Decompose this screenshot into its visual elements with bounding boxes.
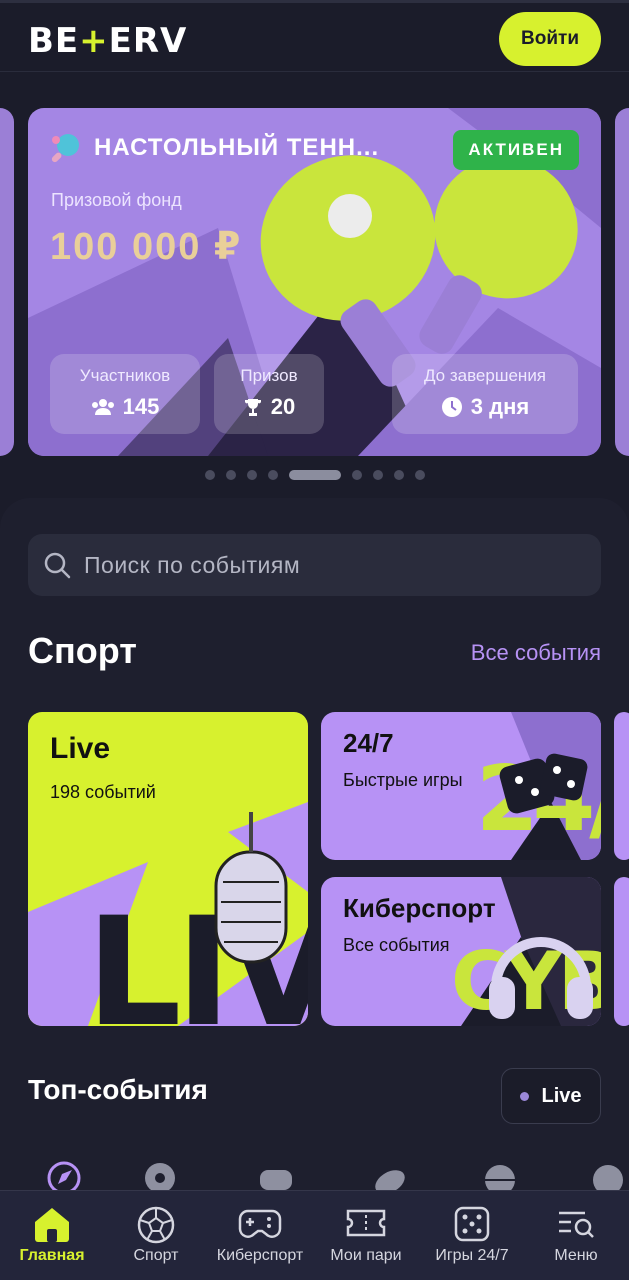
table-tennis-icon	[51, 134, 79, 163]
esports-subtitle: Все события	[343, 935, 450, 955]
prizes-label: Призов	[240, 366, 298, 385]
carousel-dot[interactable]	[246, 470, 257, 480]
nav-label-menu: Меню	[554, 1247, 598, 1264]
prize-fund-value: 100 000 ₽	[50, 226, 243, 268]
promo-card-next-peek[interactable]	[615, 108, 629, 456]
nav-label-home: Главная	[19, 1247, 85, 1264]
live-chip-label: Live	[541, 1084, 582, 1107]
users-icon	[91, 399, 114, 415]
nav-label-esports: Киберспорт	[216, 1247, 304, 1264]
carousel-dot[interactable]	[267, 470, 278, 480]
promo-title-row: НАСТОЛЬНЫЙ ТЕНН...	[50, 132, 379, 164]
time-left-stat: До завершения 3 дня	[392, 354, 578, 434]
live-tile-count: 198 событий	[50, 782, 156, 802]
login-button[interactable]: Войти	[499, 12, 601, 66]
promo-title: НАСТОЛЬНЫЙ ТЕНН...	[94, 134, 380, 161]
prizes-value: 20	[270, 394, 296, 419]
next-tile-peek[interactable]	[614, 712, 629, 860]
search-icon	[44, 552, 71, 579]
home-icon	[35, 1208, 69, 1242]
quick-games-title: 24/7	[343, 728, 394, 758]
nav-item-esports[interactable]: Киберспорт	[208, 1191, 312, 1280]
participants-stat: Участников 145	[50, 354, 200, 434]
quick-games-subtitle: Быстрые игры	[343, 770, 463, 790]
carousel-dot[interactable]	[372, 470, 383, 480]
status-badge: АКТИВЕН	[453, 130, 579, 170]
participants-value: 145	[122, 394, 160, 419]
dice-icon	[454, 1206, 490, 1242]
menu-search-icon	[559, 1211, 594, 1238]
next-tile-peek-2[interactable]	[614, 877, 629, 1026]
carousel-dot[interactable]	[393, 470, 404, 480]
carousel-dots[interactable]	[0, 470, 629, 480]
prizes-stat: Призов 20	[214, 354, 324, 434]
clock-icon	[441, 397, 462, 417]
top-events-title: Топ-события	[28, 1074, 208, 1105]
nav-label-games: Игры 24/7	[435, 1247, 509, 1264]
main-panel: Поиск по событиям Спорт Все события LIVE…	[0, 498, 629, 1280]
ticket-icon	[346, 1209, 386, 1237]
live-tile-title: Live	[50, 732, 111, 765]
promo-card-prev-peek[interactable]	[0, 108, 14, 456]
live-dot	[520, 1091, 530, 1101]
time-left-value: 3 дня	[470, 394, 530, 419]
gamepad-icon	[238, 1209, 282, 1238]
carousel-dot[interactable]	[351, 470, 362, 480]
soccer-ball-icon	[137, 1206, 175, 1244]
nav-item-games[interactable]: Игры 24/7	[420, 1191, 524, 1280]
top-header: BE+ERV Войти	[0, 0, 629, 72]
tournament-promo-card[interactable]: НАСТОЛЬНЫЙ ТЕНН... АКТИВЕН Призовой фонд…	[28, 108, 601, 456]
bottom-nav: Главная Спорт Киберспорт Мои пари Игры 2…	[0, 1190, 629, 1280]
carousel-dot[interactable]	[225, 470, 236, 480]
logo-text-right: ERV	[108, 21, 188, 61]
quick-games-tile[interactable]: 24/7 24/7 Быстрые игры	[321, 712, 601, 860]
nav-label-sport: Спорт	[133, 1247, 179, 1264]
nav-item-home[interactable]: Главная	[0, 1191, 104, 1280]
logo-plus: +	[79, 21, 109, 61]
esports-tile[interactable]: CYBEI Киберспорт Все события	[321, 877, 601, 1026]
nav-label-my-bets: Мои пари	[330, 1247, 402, 1264]
trophy-icon	[244, 399, 261, 416]
esports-title: Киберспорт	[343, 893, 496, 923]
all-events-link[interactable]: Все события	[471, 640, 601, 666]
nav-item-my-bets[interactable]: Мои пари	[314, 1191, 418, 1280]
search-bar[interactable]: Поиск по событиям	[28, 534, 601, 596]
time-left-label: До завершения	[423, 366, 547, 385]
carousel-dot[interactable]	[414, 470, 425, 480]
carousel-dot-active[interactable]	[288, 470, 341, 480]
live-tile[interactable]: LIVE Live 198 событий	[28, 712, 308, 1026]
prize-fund-label: Призовой фонд	[51, 190, 182, 210]
search-input[interactable]: Поиск по событиям	[84, 552, 300, 579]
nav-item-menu[interactable]: Меню	[524, 1191, 628, 1280]
participants-label: Участников	[79, 366, 171, 385]
sport-section-title: Спорт	[28, 630, 137, 671]
betery-logo[interactable]: BE+ERV	[28, 21, 187, 61]
logo-text-left: BE	[28, 21, 80, 61]
nav-item-sport[interactable]: Спорт	[104, 1191, 208, 1280]
carousel-dot[interactable]	[204, 470, 215, 480]
live-filter-chip[interactable]: Live	[501, 1068, 601, 1124]
